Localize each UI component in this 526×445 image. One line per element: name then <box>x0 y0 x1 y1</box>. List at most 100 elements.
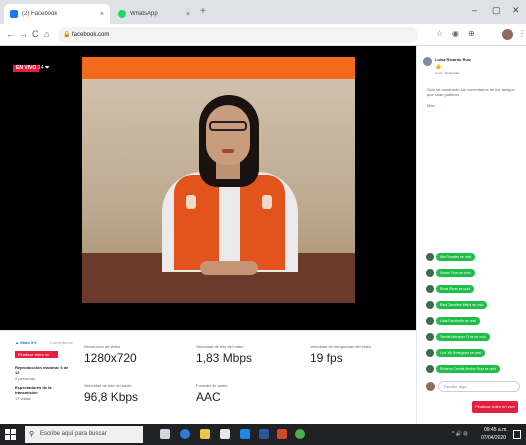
avatar[interactable] <box>426 300 434 309</box>
vest-patch <box>186 195 196 209</box>
home-icon[interactable]: ⌂ <box>44 29 49 39</box>
close-window-button[interactable]: ✕ <box>512 5 520 16</box>
clock-date[interactable]: 07/04/2020 <box>481 435 506 441</box>
person-vest <box>240 175 285 270</box>
forward-icon[interactable]: → <box>19 29 28 39</box>
join-notification: Rosa Rivas se unió <box>426 283 475 294</box>
avatar[interactable] <box>426 268 434 277</box>
person-face <box>206 105 250 165</box>
stream-viewers-value: 17 vistas <box>15 396 31 401</box>
avatar[interactable] <box>423 57 432 66</box>
avatar[interactable] <box>426 364 434 373</box>
comment-emoji: 👍 <box>435 64 442 70</box>
tab-facebook[interactable]: (2) Facebook × <box>4 4 110 24</box>
store-icon[interactable] <box>220 429 230 439</box>
tab-whatsapp-title: WhatsApp <box>130 11 158 17</box>
join-notification: Luis Yili Rodríguez se unió <box>426 347 486 358</box>
avatar[interactable] <box>426 252 434 261</box>
search-icon: ⚲ <box>29 431 35 438</box>
chrome-icon[interactable] <box>295 429 305 439</box>
notification-icon[interactable] <box>513 430 521 439</box>
end-live-small-button[interactable]: Finalizar video en directo (h) <box>15 351 58 364</box>
comments-panel: Luisa Ricardo Ruiz 👍 2 min · Responder S… <box>416 46 526 424</box>
new-tab-button[interactable]: + <box>200 6 206 17</box>
tab-close-icon[interactable]: × <box>186 11 190 18</box>
join-notification: Mis Rosales se unió <box>426 251 476 262</box>
word-icon[interactable] <box>259 429 269 439</box>
stream-stats-panel: ▲ Stats 5 ▾ Comentarios Finalizar video … <box>0 330 416 424</box>
url-text: facebook.com <box>72 32 110 38</box>
audio-format-label: Formato de audio <box>196 383 228 388</box>
powerpoint-icon[interactable] <box>277 429 287 439</box>
profile-avatar[interactable] <box>502 29 513 40</box>
live-video-preview[interactable] <box>82 57 355 303</box>
maximize-button[interactable]: ▢ <box>492 5 501 16</box>
bookmark-star-icon[interactable]: ☆ <box>436 29 443 38</box>
windows-start-icon[interactable] <box>5 429 16 440</box>
facebook-icon <box>10 10 18 18</box>
extension-icon[interactable]: ◉ <box>452 29 459 38</box>
join-pill: Yamila Márquez Cruz se unió <box>436 332 490 341</box>
lock-icon: 🔒 <box>63 32 71 38</box>
join-pill: Roberta Camila Muñoz Díaz se unió <box>436 364 501 373</box>
audio-format-value: AAC <box>196 390 221 404</box>
mail-icon[interactable] <box>240 429 250 439</box>
tab-whatsapp[interactable]: WhatsApp × <box>112 4 196 24</box>
join-pill: Rosa Rivas se unió <box>436 284 475 293</box>
browser-toolbar: ← → C ⌂ 🔒 facebook.com ☆ ◉ ⊕ ⋮ <box>0 24 526 46</box>
video-bitrate-label: Velocidad de bits del video <box>196 344 244 349</box>
comment-time[interactable]: 2 min · Responder <box>435 71 460 75</box>
file-explorer-icon[interactable] <box>200 429 210 439</box>
video-bitrate-value: 1,83 Mbps <box>196 351 253 365</box>
join-notification: Noemí Ruiz se unió <box>426 267 475 278</box>
end-live-video-button[interactable]: Finalizar video en vivo <box>472 401 518 413</box>
address-bar[interactable]: 🔒 facebook.com <box>58 27 418 43</box>
max-viewers-label: Reproducción máxima: 6 de 12 <box>15 365 69 375</box>
system-tray-icons[interactable]: ^ 🔊 ⊡ <box>452 431 468 437</box>
tab-facebook-title: (2) Facebook <box>22 11 58 17</box>
video-framerate-value: 19 fps <box>310 351 343 365</box>
task-view-icon[interactable] <box>160 429 170 439</box>
video-wall-orange <box>82 57 355 79</box>
audio-bitrate-value: 96,8 Kbps <box>84 390 139 404</box>
join-notification: Lidia Escobedo se unió <box>426 315 481 326</box>
avatar <box>426 382 435 391</box>
comments-note-link[interactable]: Más <box>427 103 435 108</box>
join-pill: Luis Yili Rodríguez se unió <box>436 348 486 357</box>
live-badge: EN VIVO <box>13 65 40 72</box>
edge-icon[interactable] <box>180 429 190 439</box>
tab-close-icon[interactable]: × <box>100 11 104 18</box>
video-framerate-label: Velocidad de fotogramas del video <box>310 344 372 349</box>
audio-bitrate-label: Velocidad de bits del audio <box>84 383 132 388</box>
reload-icon[interactable]: C <box>32 29 39 39</box>
avatar[interactable] <box>426 332 434 341</box>
comment-input[interactable]: Escribe algo... <box>438 381 520 392</box>
menu-icon[interactable]: ⋮ <box>518 29 526 38</box>
stats-tab[interactable]: ▲ Stats 5 ▾ <box>15 340 36 345</box>
clock-time[interactable]: 09:45 a.m. <box>484 427 508 433</box>
max-viewers-value: 2 personas <box>15 376 35 381</box>
join-pill: Mis Rosales se unió <box>436 252 476 261</box>
comment-author[interactable]: Luisa Ricardo Ruiz <box>435 57 471 62</box>
windows-taskbar: ⚲ Escribe aquí para buscar ^ 🔊 ⊡ 09:45 a… <box>0 424 526 445</box>
taskbar-search-input[interactable]: ⚲ Escribe aquí para buscar <box>25 426 143 443</box>
avatar[interactable] <box>426 348 434 357</box>
person-vest <box>174 175 219 270</box>
minimize-button[interactable]: – <box>472 5 477 15</box>
join-notification: Yamila Márquez Cruz se unió <box>426 331 490 342</box>
comments-tab[interactable]: Comentarios <box>50 340 73 345</box>
whatsapp-icon <box>118 10 126 18</box>
extension-icon[interactable]: ⊕ <box>468 29 475 38</box>
join-pill: Raúl Zavaleta Mejía se unió <box>436 300 488 309</box>
join-pill: Noemí Ruiz se unió <box>436 268 475 277</box>
live-video-stage: EN VIVO 14 ❤ <box>0 46 416 330</box>
comments-note: Solo se mostrarán los comentarios de tus… <box>427 87 515 97</box>
back-icon[interactable]: ← <box>6 29 15 39</box>
person-glasses <box>209 121 247 131</box>
browser-tab-bar: (2) Facebook × WhatsApp × + – ▢ ✕ <box>0 0 526 24</box>
video-resolution-label: Resolución de video <box>84 344 121 349</box>
avatar[interactable] <box>426 284 434 293</box>
viewer-count: 14 ❤ <box>38 65 50 71</box>
avatar[interactable] <box>426 316 434 325</box>
vest-patch <box>262 195 272 209</box>
